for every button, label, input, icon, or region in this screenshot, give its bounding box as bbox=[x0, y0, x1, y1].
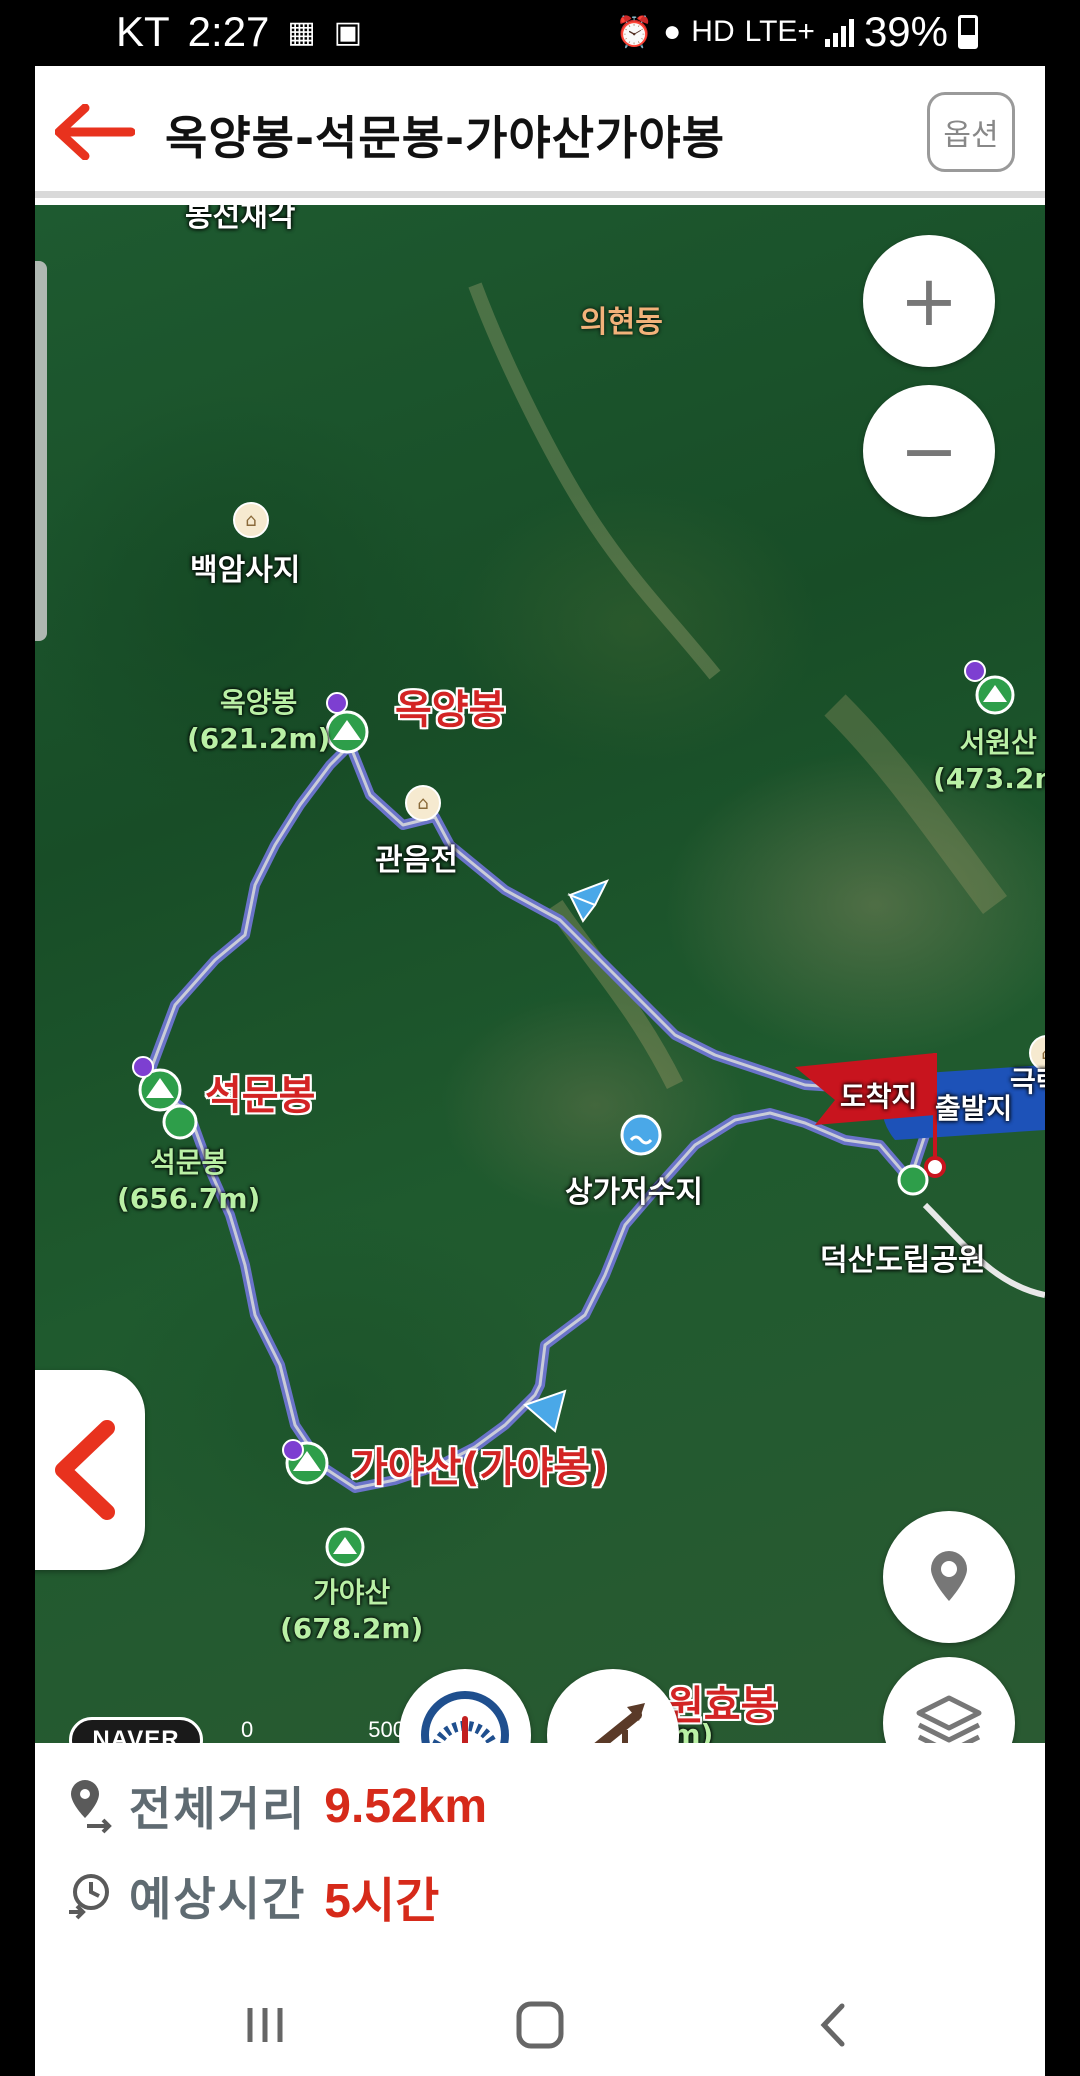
clock-text: 2:27 bbox=[187, 8, 270, 55]
map-scale: 0 500 bbox=[241, 1717, 405, 1743]
peak-label: 석문봉 (656.7m) bbox=[117, 1146, 261, 1215]
chevron-left-icon bbox=[55, 1420, 115, 1520]
map-label: 덕산도립공원 bbox=[820, 1243, 986, 1278]
app-header: 옥양봉-석문봉-가야산가야봉 옵션 bbox=[35, 66, 1045, 198]
reservoir-icon[interactable] bbox=[620, 1114, 662, 1156]
recent-apps-button[interactable] bbox=[235, 1995, 295, 2055]
battery-percent-text: 39% bbox=[863, 8, 948, 55]
clock-icon bbox=[69, 1874, 109, 1920]
system-nav-bar bbox=[35, 1973, 1045, 2076]
map-label: 상가저수지 bbox=[565, 1175, 703, 1210]
gallery-notification-icon: ▦ bbox=[287, 15, 316, 49]
location-pin-icon bbox=[931, 1551, 967, 1601]
recent-apps-icon bbox=[247, 2008, 283, 2042]
page-title: 옥양봉-석문봉-가야산가야봉 bbox=[165, 111, 726, 165]
status-right: ⏰ ● HD LTE+ 39% bbox=[616, 8, 978, 56]
back-arrow-icon[interactable] bbox=[55, 104, 135, 160]
peak-label: 가야산 (678.2m) bbox=[280, 1576, 424, 1645]
time-row: 예상시간 5시간 bbox=[65, 1861, 439, 1931]
battery-icon bbox=[958, 15, 978, 49]
status-left: KT 2:27 ▦ ▣ bbox=[116, 8, 362, 56]
zoom-out-button[interactable]: − bbox=[863, 385, 995, 517]
elevation-icon bbox=[594, 1703, 645, 1743]
network-type-text: LTE+ bbox=[744, 15, 815, 48]
distance-value: 9.52km bbox=[324, 1779, 488, 1833]
map-view[interactable]: ⌂ ⌂ ⌂ 봉선재각 의현동 백암사지 옥양봉 (621.2m) 옥양봉 관음전… bbox=[35, 205, 1045, 1743]
alarm-icon: ⏰ bbox=[615, 15, 654, 49]
home-button[interactable] bbox=[510, 1995, 570, 2055]
peak-marker-okyangbong[interactable] bbox=[325, 692, 369, 754]
side-panel-toggle[interactable] bbox=[35, 1370, 145, 1570]
layers-icon bbox=[916, 1695, 982, 1743]
home-icon bbox=[516, 2001, 564, 2049]
peak-label: 서원산 (473.2m bbox=[933, 726, 1045, 795]
plus-icon: + bbox=[899, 260, 959, 342]
minus-icon: − bbox=[899, 410, 959, 492]
direction-arrow-icon bbox=[567, 879, 610, 923]
peak-label: 옥양봉 (621.2m) bbox=[187, 686, 331, 755]
back-chevron-icon bbox=[820, 2003, 845, 2047]
arrival-label: 도착지 bbox=[840, 1080, 918, 1113]
location-status-icon: ● bbox=[663, 15, 682, 48]
route-distance-icon bbox=[71, 1780, 112, 1834]
zoom-in-button[interactable]: + bbox=[863, 235, 995, 367]
speedometer-icon bbox=[421, 1691, 509, 1743]
route-peak-label: 가야산(가야봉) bbox=[351, 1445, 609, 1491]
route-peak-label: 옥양봉 bbox=[395, 687, 506, 733]
map-label: 의현동 bbox=[580, 305, 663, 340]
time-label: 예상시간 bbox=[129, 1872, 307, 1926]
map-label: 관음전 bbox=[375, 843, 458, 878]
options-button[interactable]: 옵션 bbox=[927, 92, 1015, 172]
app-notification-icon: ▣ bbox=[333, 15, 363, 49]
peak-marker-seowonsan[interactable] bbox=[964, 660, 1015, 715]
temple-site-icon[interactable]: ⌂ bbox=[233, 502, 269, 538]
time-value: 5시간 bbox=[324, 1875, 440, 1928]
departure-label: 출발지 bbox=[935, 1092, 1013, 1125]
status-bar: KT 2:27 ▦ ▣ ⏰ ● HD LTE+ 39% bbox=[0, 0, 1080, 66]
temple-icon[interactable]: ⌂ bbox=[405, 785, 441, 821]
back-button[interactable] bbox=[805, 1995, 865, 2055]
route-info-panel: 전체거리 9.52km 예상시간 5시간 bbox=[35, 1743, 1045, 1973]
my-location-button[interactable] bbox=[883, 1511, 1015, 1643]
edge-handle[interactable] bbox=[35, 261, 47, 641]
route-peak-label: 석문봉 bbox=[205, 1073, 316, 1119]
hd-voice-icon: HD bbox=[691, 15, 735, 48]
app-screen: 옥양봉-석문봉-가야산가야봉 옵션 ⌂ ⌂ 봉선재각 의현동 백암사지 옥양봉 … bbox=[35, 66, 1045, 2076]
distance-label: 전체거리 bbox=[129, 1782, 307, 1836]
peak-marker-seokmunbong[interactable] bbox=[132, 1056, 198, 1140]
map-label: 백암사지 bbox=[190, 553, 301, 588]
map-label: 극락 bbox=[1010, 1065, 1045, 1098]
signal-icon bbox=[824, 17, 854, 47]
map-label: 봉선재각 bbox=[185, 205, 296, 234]
distance-row: 전체거리 9.52km bbox=[65, 1773, 487, 1839]
park-marker[interactable] bbox=[897, 1164, 929, 1196]
carrier-text: KT bbox=[116, 8, 170, 55]
naver-logo: NAVER bbox=[69, 1717, 203, 1743]
